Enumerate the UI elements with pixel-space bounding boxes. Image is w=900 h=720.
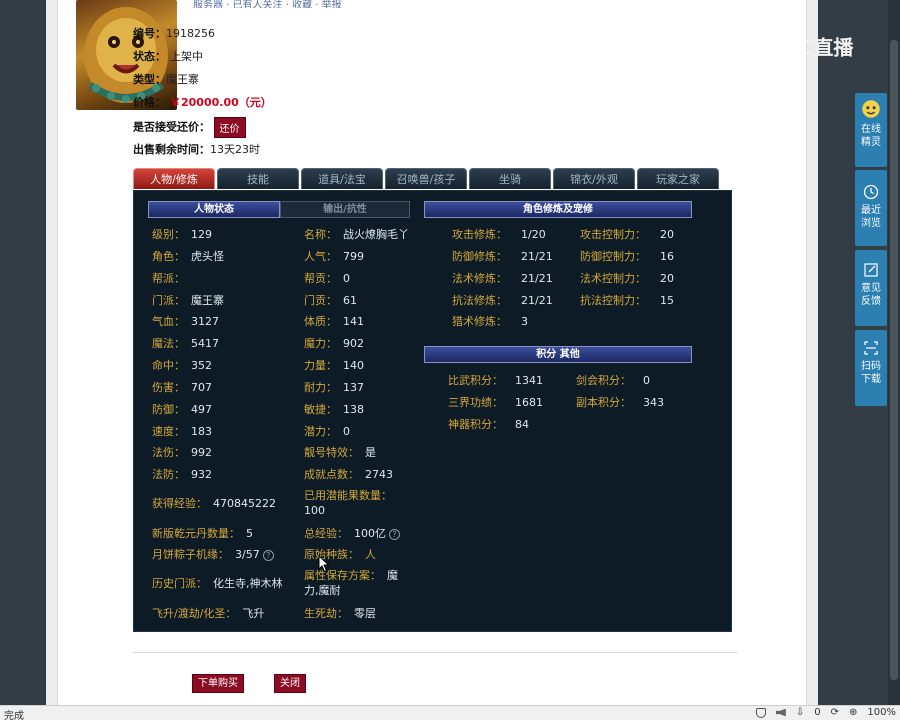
stat-magic-defense: 法防： 932 — [152, 468, 212, 481]
subtab-character-status[interactable]: 人物状态 — [148, 201, 280, 218]
side-recent-browse[interactable]: 最近浏览 — [855, 170, 887, 246]
score-artifact: 神器积分： 84 — [448, 418, 529, 431]
score-header: 积分 其他 — [424, 346, 692, 363]
stat-magic-power: 魔力： 902 — [304, 337, 364, 350]
stat-experience: 获得经验： 470845222 — [152, 497, 276, 510]
footer-divider — [133, 652, 738, 653]
shield-icon[interactable] — [755, 707, 766, 718]
help-icon[interactable]: ? — [262, 549, 274, 561]
bargain-button[interactable]: 还价 — [213, 117, 246, 138]
side-online-sprite[interactable]: 在线精灵 — [855, 93, 887, 167]
speaker-icon[interactable] — [775, 708, 786, 717]
character-panel: 人物状态 输出/抗性 角色修炼及宠修 积分 其他 级别： 129 角色： 虎头怪 帮… — [133, 190, 732, 632]
status-text: 完成 — [4, 711, 24, 720]
control-resist: 抗法控制力： 15 — [580, 294, 674, 307]
browser-statusbar: 完成 ⇩ 0 ⟳ ⊕ 100% — [0, 705, 900, 720]
remaining-time-row: 出售剩余时间：13天23时 — [133, 143, 260, 156]
cultivation-attack: 攻击修炼： 1/20 — [452, 228, 546, 241]
tab-outfits[interactable]: 锦衣/外观 — [553, 168, 635, 189]
tab-summons-children[interactable]: 召唤兽/孩子 — [385, 168, 467, 189]
stat-school-contribution: 门贡： 61 — [304, 294, 357, 307]
clock-icon — [863, 184, 879, 200]
item-number-row: 编号：1918256 — [133, 27, 215, 40]
window-frame-left — [0, 0, 46, 705]
sprite-icon — [862, 100, 880, 118]
stat-role: 角色： 虎头怪 — [152, 250, 224, 263]
stat-endurance: 耐力： 137 — [304, 381, 364, 394]
stat-defense: 防御： 497 — [152, 403, 212, 416]
tab-player-home[interactable]: 玩家之家 — [637, 168, 719, 189]
cultivation-resist: 抗法修炼： 21/21 — [452, 294, 553, 307]
price-value: ￥20000.00（元） — [170, 96, 272, 109]
tab-skills[interactable]: 技能 — [217, 168, 299, 189]
item-type-row: 类型：魔王寨 — [133, 73, 199, 86]
stat-total-experience: 总经验： 100亿? — [304, 525, 400, 541]
cultivation-magic: 法术修炼： 21/21 — [452, 272, 553, 285]
top-links[interactable]: 服务器 · 已有人关注 · 收藏 · 举报 — [193, 0, 793, 8]
stat-potential-fruit: 已用潜能果数量： 100 — [304, 489, 392, 517]
buy-now-button[interactable]: 下单购买 — [192, 674, 244, 693]
stat-special-id: 靓号特效：是 — [304, 446, 376, 459]
stat-name: 名称： 战火燎胸毛丫 — [304, 228, 409, 241]
tab-character-cultivation[interactable]: 人物/修炼 — [133, 168, 215, 189]
download-count: 0 — [814, 707, 821, 718]
control-defense: 防御控制力： 16 — [580, 250, 674, 263]
stat-magic-damage: 法伤： 992 — [152, 446, 212, 459]
download-icon[interactable]: ⇩ — [796, 707, 804, 718]
stat-agility: 敏捷： 138 — [304, 403, 364, 416]
stat-history-school: 历史门派： 化生寺,神木林 — [152, 577, 283, 590]
stat-level: 级别： 129 — [152, 228, 212, 241]
page-margin-right — [806, 0, 818, 705]
bargain-row: 是否接受还价： 还价 — [133, 117, 246, 138]
cultivation-hunting: 猎术修炼： 3 — [452, 315, 528, 328]
detail-tabs: 人物/修炼 技能 道具/法宝 召唤兽/孩子 坐骑 锦衣/外观 玩家之家 — [133, 168, 719, 190]
scrollbar-thumb[interactable] — [890, 40, 898, 680]
stat-speed: 速度： 183 — [152, 425, 212, 438]
stat-school: 门派： 魔王寨 — [152, 294, 224, 307]
cultivation-defense: 防御修炼： 21/21 — [452, 250, 553, 263]
edit-icon — [864, 263, 878, 277]
tab-items-treasures[interactable]: 道具/法宝 — [301, 168, 383, 189]
stat-qianyuan: 新版乾元丹数量： 5 — [152, 527, 253, 540]
control-magic: 法术控制力： 20 — [580, 272, 674, 285]
close-button[interactable]: 关闭 — [274, 674, 306, 693]
refresh-icon[interactable]: ⟳ — [831, 707, 839, 718]
item-status-row: 状态： 上架中 — [133, 50, 203, 63]
score-dungeon: 副本积分： 343 — [576, 396, 664, 409]
item-price-row: 价格： ￥20000.00（元） — [133, 96, 272, 109]
qrcode-icon — [864, 341, 878, 355]
score-merit: 三界功绩： 1681 — [448, 396, 543, 409]
cultivation-header: 角色修炼及宠修 — [424, 201, 692, 218]
score-pvp: 比武积分： 1341 — [448, 374, 543, 387]
stat-mp: 魔法： 5417 — [152, 337, 219, 350]
score-sword: 剑会积分： 0 — [576, 374, 650, 387]
stat-ascension: 飞升/渡劫/化圣： 飞升 — [152, 607, 265, 620]
help-icon[interactable]: ? — [389, 528, 400, 540]
page-margin-left — [46, 0, 58, 705]
stat-strength: 力量： 140 — [304, 359, 364, 372]
stat-original-race: 原始种族：人 — [304, 548, 376, 561]
zoom-level[interactable]: 100% — [867, 707, 896, 718]
stat-constitution: 体质： 141 — [304, 315, 364, 328]
side-scan-download[interactable]: 扫码下载 — [855, 330, 887, 406]
stat-guild: 帮派： — [152, 272, 185, 285]
stat-guild-contribution: 帮贡： 0 — [304, 272, 350, 285]
subtab-output-resistance[interactable]: 输出/抗性 — [280, 201, 410, 218]
control-attack: 攻击控制力： 20 — [580, 228, 674, 241]
stat-achievement: 成就点数： 2743 — [304, 468, 393, 481]
stat-life-death: 生死劫： 零层 — [304, 607, 376, 620]
stat-popularity: 人气： 799 — [304, 250, 364, 263]
tab-mounts[interactable]: 坐骑 — [469, 168, 551, 189]
stat-damage: 伤害： 707 — [152, 381, 212, 394]
stat-mooncake: 月饼粽子机缘： 3/57? — [152, 546, 274, 562]
mouse-cursor — [318, 555, 330, 573]
stat-hp: 气血： 3127 — [152, 315, 219, 328]
stat-potential: 潜力： 0 — [304, 425, 350, 438]
stat-hit: 命中： 352 — [152, 359, 212, 372]
zoom-icon[interactable]: ⊕ — [849, 707, 857, 718]
side-feedback[interactable]: 意见反馈 — [855, 250, 887, 326]
